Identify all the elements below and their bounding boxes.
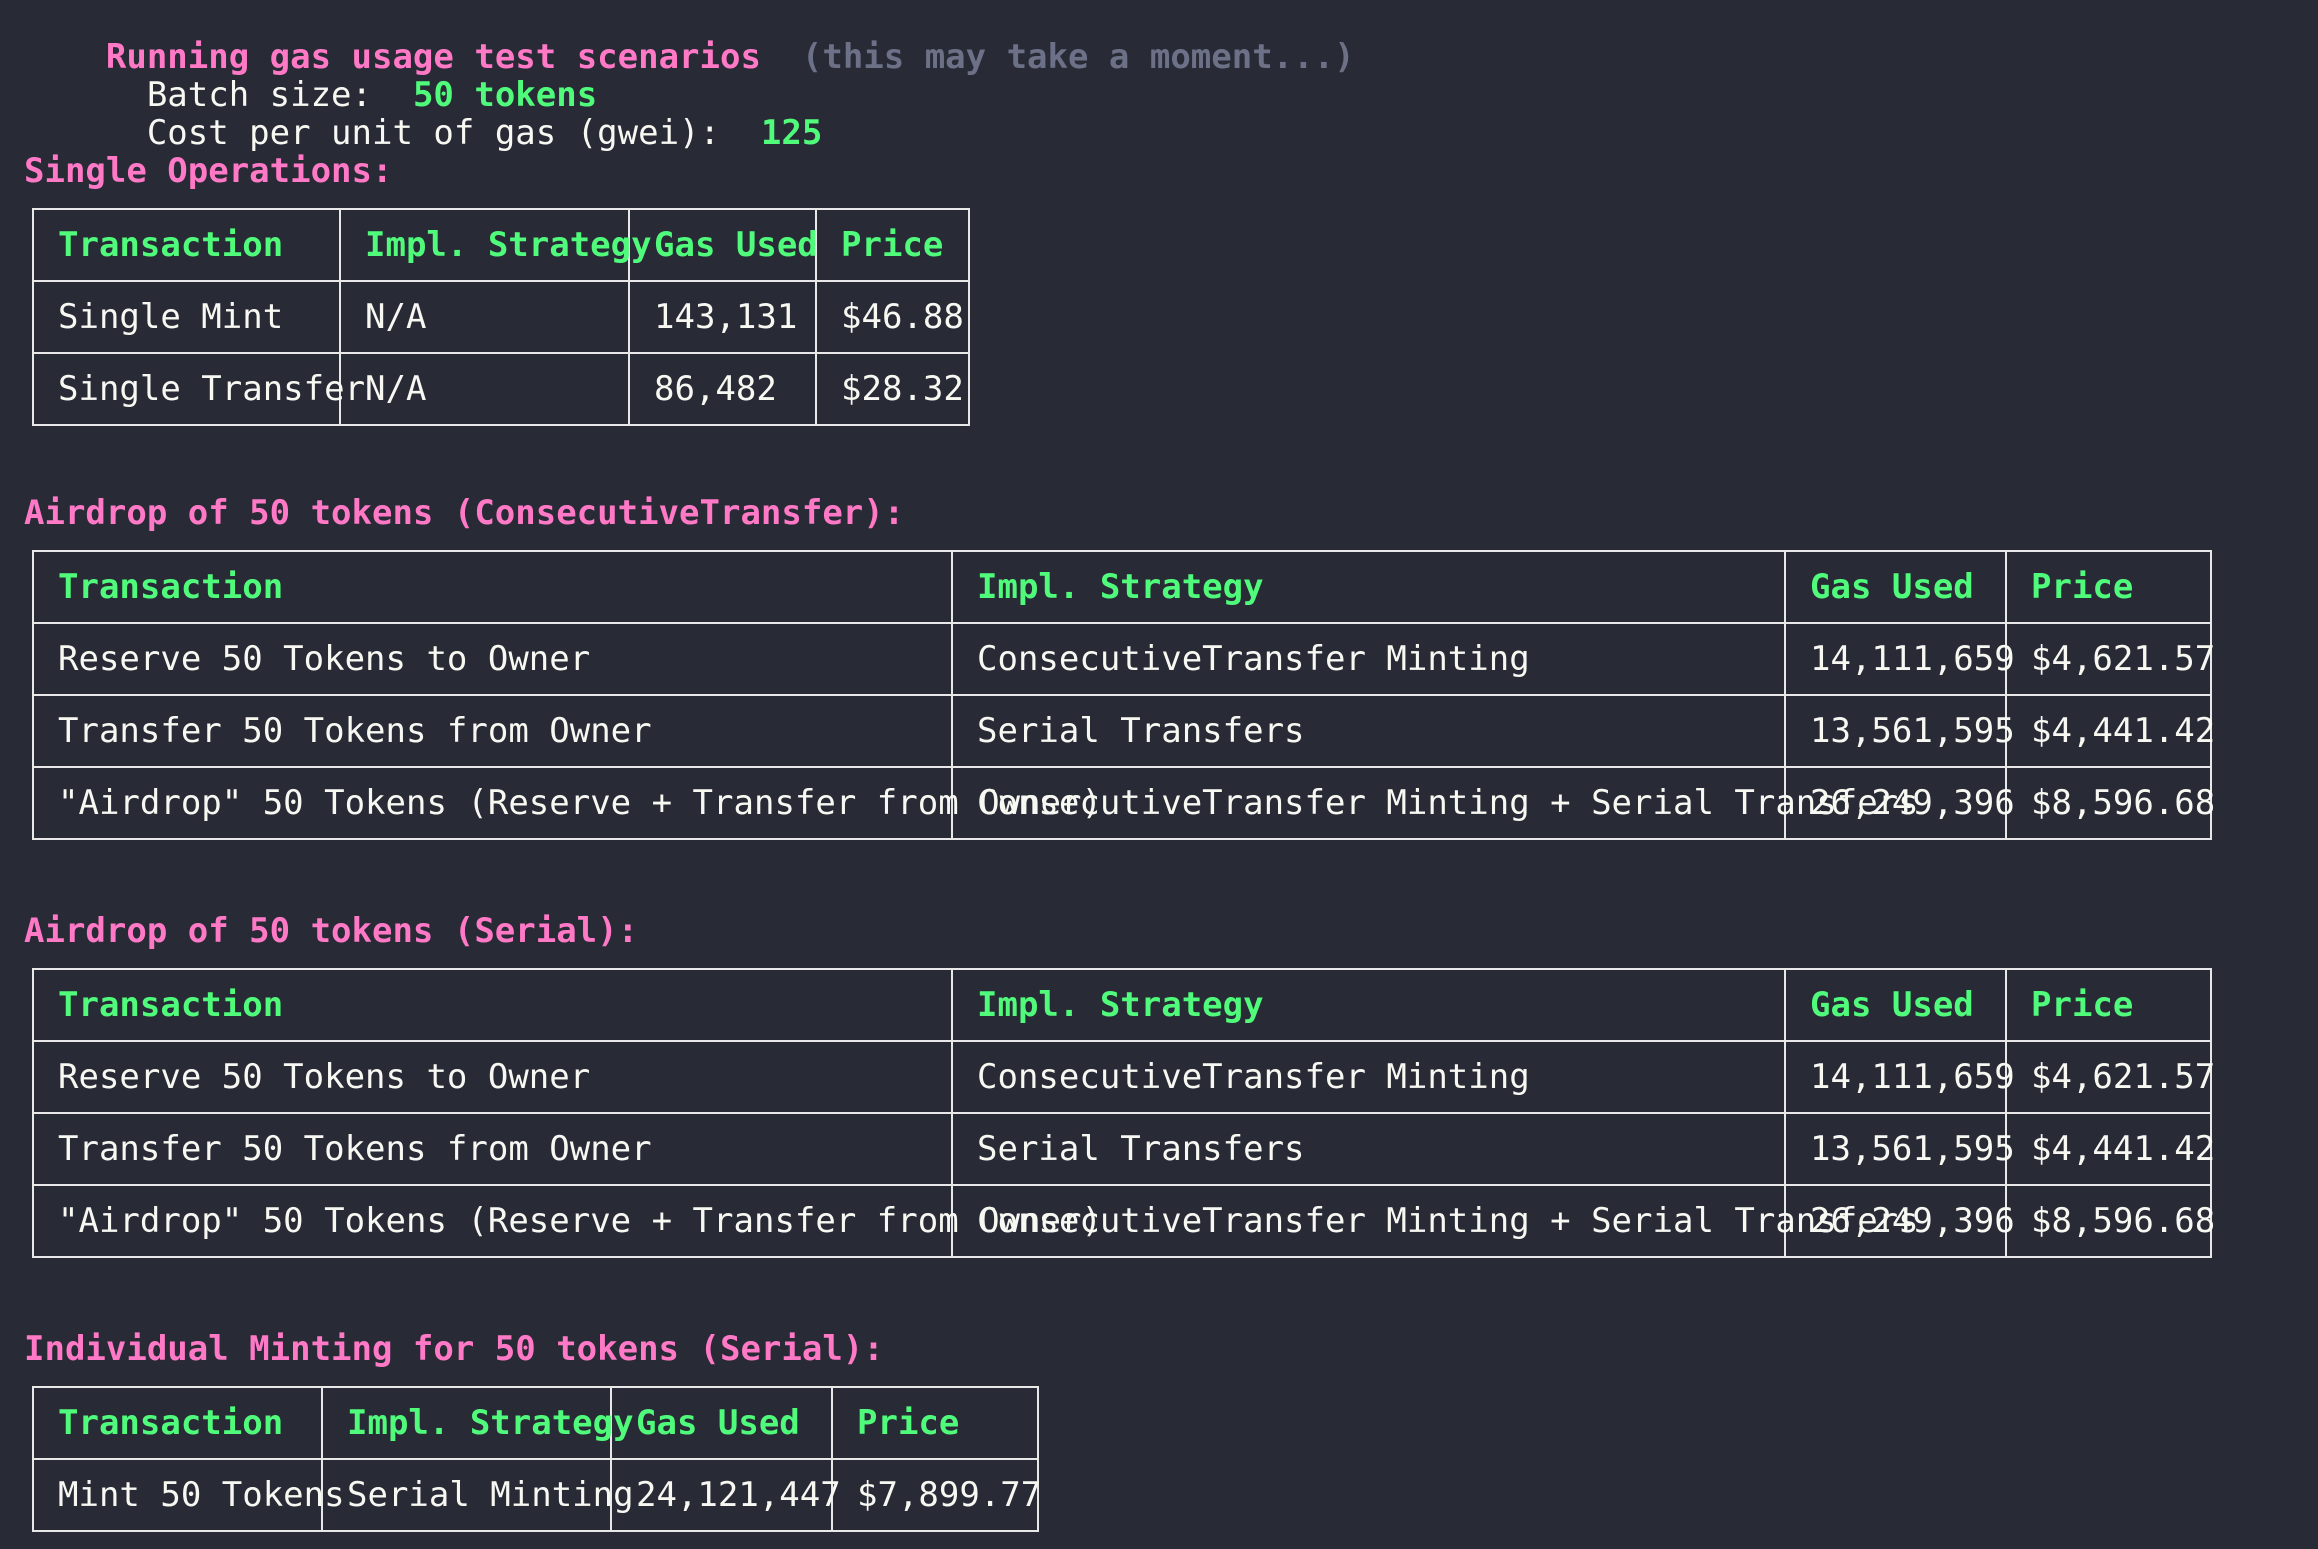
cell-strategy: N/A [339, 280, 630, 354]
cell-strategy: N/A [339, 352, 630, 426]
cell-gas-used: 26,249,396 [1784, 766, 2015, 840]
cell-transaction: "Airdrop" 50 Tokens (Reserve + Transfer … [32, 1184, 1102, 1258]
column-header-strategy: Impl. Strategy [951, 550, 1786, 624]
table-row: Single Mint N/A 143,131 $46.88 [32, 280, 970, 354]
cell-transaction: Transfer 50 Tokens from Owner [32, 694, 953, 768]
cell-transaction: Single Mint [32, 280, 341, 354]
single-operations-table: Transaction Impl. Strategy Gas Used Pric… [32, 208, 970, 426]
running-note: (this may take a moment...) [801, 37, 1355, 77]
cell-transaction: Reserve 50 Tokens to Owner [32, 622, 953, 696]
table-row: Single Transfer N/A 86,482 $28.32 [32, 352, 970, 426]
cell-price: $8,596.68 [2005, 1184, 2215, 1258]
table-row: Transfer 50 Tokens from Owner Serial Tra… [32, 1112, 2215, 1186]
column-header-gas-used: Gas Used [628, 208, 818, 282]
cell-price: $46.88 [815, 280, 970, 354]
cell-transaction: Transfer 50 Tokens from Owner [32, 1112, 953, 1186]
column-header-gas-used: Gas Used [1784, 968, 2007, 1042]
cell-gas-used: 24,121,447 [610, 1458, 841, 1532]
cell-gas-used: 14,111,659 [1784, 622, 2015, 696]
cell-gas-used: 86,482 [628, 352, 817, 426]
cell-gas-used: 14,111,659 [1784, 1040, 2015, 1114]
column-header-strategy: Impl. Strategy [339, 208, 652, 282]
cell-transaction: Mint 50 Tokens [32, 1458, 345, 1532]
table-row: Reserve 50 Tokens to Owner ConsecutiveTr… [32, 622, 2215, 696]
column-header-price: Price [831, 1386, 1039, 1460]
cell-price: $8,596.68 [2005, 766, 2215, 840]
cell-transaction: Reserve 50 Tokens to Owner [32, 1040, 953, 1114]
cell-gas-used: 13,561,595 [1784, 1112, 2015, 1186]
cell-strategy: Serial Transfers [951, 1112, 1786, 1186]
airdrop-serial-table: Transaction Impl. Strategy Gas Used Pric… [32, 968, 2215, 1258]
column-header-strategy: Impl. Strategy [951, 968, 1786, 1042]
cell-price: $4,621.57 [2005, 1040, 2215, 1114]
section-title-airdrop-consecutive: Airdrop of 50 tokens (ConsecutiveTransfe… [24, 493, 905, 533]
terminal-window: Running gas usage test scenarios (this m… [0, 0, 2318, 1549]
cell-strategy: ConsecutiveTransfer Minting [951, 1040, 1786, 1114]
cell-gas-used: 26,249,396 [1784, 1184, 2015, 1258]
section-title-airdrop-serial: Airdrop of 50 tokens (Serial): [24, 911, 639, 951]
cell-strategy: ConsecutiveTransfer Minting [951, 622, 1786, 696]
cell-price: $28.32 [815, 352, 970, 426]
column-header-transaction: Transaction [32, 550, 953, 624]
gas-cost-line: Cost per unit of gas (gwei): 125 [24, 76, 823, 152]
column-header-price: Price [2005, 550, 2212, 624]
batch-size-line: Batch size: 50 tokens [24, 38, 597, 114]
column-header-transaction: Transaction [32, 208, 341, 282]
column-header-gas-used: Gas Used [610, 1386, 833, 1460]
cell-transaction: "Airdrop" 50 Tokens (Reserve + Transfer … [32, 766, 1102, 840]
column-header-strategy: Impl. Strategy [321, 1386, 634, 1460]
airdrop-consecutive-table: Transaction Impl. Strategy Gas Used Pric… [32, 550, 2215, 840]
cell-gas-used: 143,131 [628, 280, 817, 354]
table-row: "Airdrop" 50 Tokens (Reserve + Transfer … [32, 766, 2215, 840]
table-header-row: Transaction Impl. Strategy Gas Used Pric… [32, 550, 2212, 624]
cell-strategy: Serial Minting [321, 1458, 634, 1532]
cell-price: $4,441.42 [2005, 1112, 2215, 1186]
gas-cost-value: 125 [760, 113, 823, 153]
section-title-single-operations: Single Operations: [24, 151, 393, 191]
cell-price: $7,899.77 [831, 1458, 1041, 1532]
table-row: Mint 50 Tokens Serial Minting 24,121,447… [32, 1458, 1041, 1532]
cell-gas-used: 13,561,595 [1784, 694, 2015, 768]
table-header-row: Transaction Impl. Strategy Gas Used Pric… [32, 208, 970, 282]
section-title-individual-minting: Individual Minting for 50 tokens (Serial… [24, 1329, 884, 1369]
gas-cost-label: Cost per unit of gas (gwei): [105, 113, 761, 153]
cell-price: $4,441.42 [2005, 694, 2215, 768]
status-line-running: Running gas usage test scenarios (this m… [24, 0, 1355, 76]
cell-price: $4,621.57 [2005, 622, 2215, 696]
column-header-price: Price [815, 208, 970, 282]
column-header-transaction: Transaction [32, 1386, 323, 1460]
column-header-transaction: Transaction [32, 968, 953, 1042]
table-row: Reserve 50 Tokens to Owner ConsecutiveTr… [32, 1040, 2215, 1114]
table-row: "Airdrop" 50 Tokens (Reserve + Transfer … [32, 1184, 2215, 1258]
individual-minting-table: Transaction Impl. Strategy Gas Used Pric… [32, 1386, 1041, 1532]
cell-strategy: ConsecutiveTransfer Minting + Serial Tra… [951, 766, 1919, 840]
table-header-row: Transaction Impl. Strategy Gas Used Pric… [32, 1386, 1039, 1460]
table-row: Transfer 50 Tokens from Owner Serial Tra… [32, 694, 2215, 768]
cell-strategy: ConsecutiveTransfer Minting + Serial Tra… [951, 1184, 1919, 1258]
cell-transaction: Single Transfer [32, 352, 365, 426]
cell-strategy: Serial Transfers [951, 694, 1786, 768]
column-header-gas-used: Gas Used [1784, 550, 2007, 624]
column-header-price: Price [2005, 968, 2212, 1042]
table-header-row: Transaction Impl. Strategy Gas Used Pric… [32, 968, 2212, 1042]
